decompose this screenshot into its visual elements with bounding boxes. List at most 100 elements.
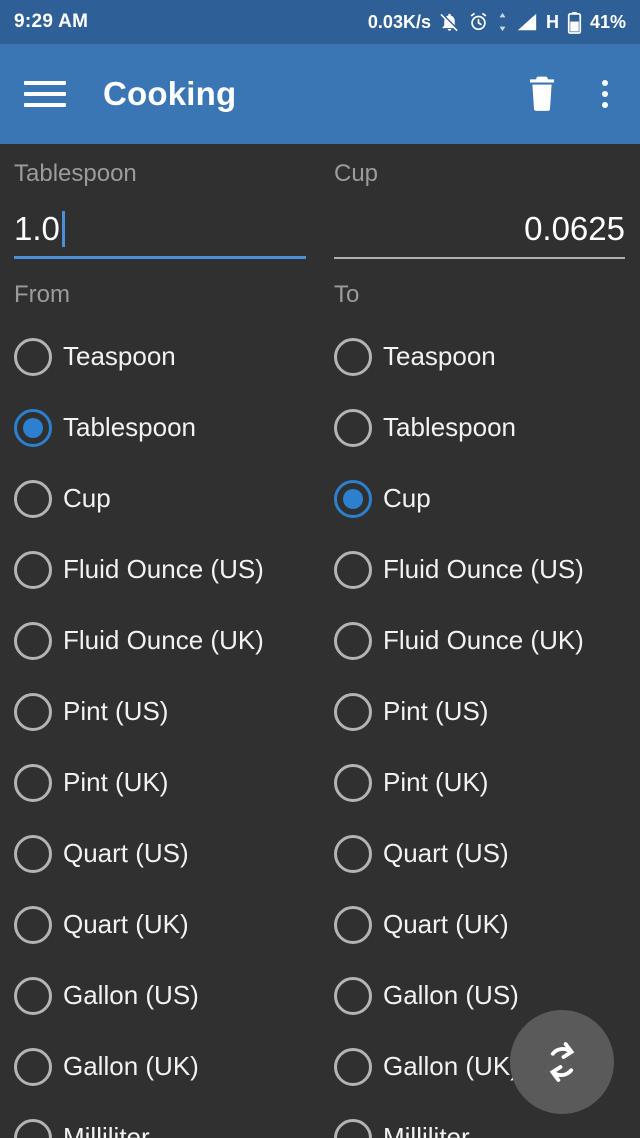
radio-label: Gallon (US) (63, 980, 199, 1010)
radio-button-icon[interactable] (334, 621, 372, 660)
to-value-input[interactable]: 0.0625 (334, 202, 625, 256)
radio-label: Tablespoon (383, 412, 516, 442)
radio-row[interactable]: Fluid Ounce (UK) (334, 605, 640, 676)
radio-row[interactable]: Teaspoon (334, 321, 640, 392)
radio-label: Fluid Ounce (UK) (63, 625, 264, 655)
radio-button-icon[interactable] (14, 621, 52, 660)
radio-row[interactable]: Quart (US) (334, 818, 640, 889)
radio-label: Pint (UK) (63, 767, 169, 797)
radio-label: Quart (US) (63, 838, 189, 868)
radio-label: Milliliter (63, 1122, 150, 1138)
swap-units-icon (549, 1042, 575, 1082)
radio-label: Cup (383, 483, 431, 513)
radio-button-icon[interactable] (334, 905, 372, 944)
radio-label: Quart (UK) (63, 909, 189, 939)
hamburger-menu-icon[interactable] (24, 81, 66, 107)
radio-button-icon[interactable] (334, 1047, 372, 1086)
section-labels: From To (0, 259, 640, 309)
to-section-label: To (334, 281, 360, 308)
to-unit-list: Teaspoon Tablespoon Cup Fluid Ounce (US) Flu… (320, 321, 640, 1138)
radio-button-icon[interactable] (14, 1047, 52, 1086)
radio-row[interactable]: Fluid Ounce (UK) (14, 605, 320, 676)
from-value-input[interactable]: 1.0 (14, 202, 306, 256)
app-bar-actions (526, 75, 616, 113)
radio-row[interactable]: Fluid Ounce (US) (14, 534, 320, 605)
radio-row[interactable]: Teaspoon (14, 321, 320, 392)
radio-button-icon[interactable] (14, 479, 52, 518)
radio-row[interactable]: Pint (UK) (14, 747, 320, 818)
radio-button-icon[interactable] (14, 1118, 52, 1138)
radio-row[interactable]: Gallon (UK) (14, 1031, 320, 1102)
radio-button-icon[interactable] (14, 976, 52, 1015)
radio-label: Gallon (UK) (383, 1051, 519, 1081)
radio-row[interactable]: Cup (14, 463, 320, 534)
radio-row[interactable]: Quart (UK) (334, 889, 640, 960)
radio-label: Pint (UK) (383, 767, 489, 797)
radio-row[interactable]: Cup (334, 463, 640, 534)
converter-body: Tablespoon 1.0 Cup 0.0625 From To Teaspo… (0, 144, 640, 1138)
radio-row[interactable]: Fluid Ounce (US) (334, 534, 640, 605)
radio-button-icon[interactable] (334, 408, 372, 447)
radio-button-icon[interactable] (334, 550, 372, 589)
radio-label: Quart (US) (383, 838, 509, 868)
radio-button-icon[interactable] (14, 692, 52, 731)
from-value-text: 1.0 (14, 210, 60, 247)
radio-label: Tablespoon (63, 412, 196, 442)
radio-button-icon[interactable] (334, 337, 372, 376)
from-field-group: Tablespoon 1.0 (0, 144, 320, 259)
network-type-text: H (545, 11, 559, 32)
radio-row[interactable]: Quart (UK) (14, 889, 320, 960)
radio-button-icon[interactable] (14, 763, 52, 802)
radio-button-icon[interactable] (334, 1118, 372, 1138)
radio-label: Gallon (UK) (63, 1051, 199, 1081)
from-unit-label: Tablespoon (14, 160, 137, 187)
radio-row[interactable]: Tablespoon (334, 392, 640, 463)
swap-units-button[interactable] (510, 1010, 614, 1114)
radio-button-icon[interactable] (14, 834, 52, 873)
to-unit-label: Cup (334, 160, 379, 187)
radio-label: Teaspoon (383, 341, 496, 371)
app-screen: 9:29 AM 0.03K/s H 41% Cooking Tablespoon… (0, 0, 640, 1138)
radio-label: Gallon (US) (383, 980, 519, 1010)
radio-label: Pint (US) (383, 696, 489, 726)
radio-button-icon[interactable] (334, 763, 372, 802)
radio-button-icon[interactable] (14, 905, 52, 944)
radio-row[interactable]: Quart (US) (14, 818, 320, 889)
radio-label: Pint (US) (63, 696, 169, 726)
bell-muted-icon (440, 12, 459, 32)
more-options-icon[interactable] (594, 80, 616, 108)
radio-label: Cup (63, 483, 111, 513)
from-section-label: From (14, 281, 70, 308)
radio-row[interactable]: Milliliter (334, 1102, 640, 1138)
battery-icon (567, 11, 582, 34)
radio-button-icon[interactable] (334, 834, 372, 873)
radio-row[interactable]: Milliliter (14, 1102, 320, 1138)
text-cursor (61, 211, 65, 247)
radio-label: Teaspoon (63, 341, 176, 371)
alarm-clock-icon (470, 12, 487, 31)
status-bar: 9:29 AM 0.03K/s H 41% (0, 0, 640, 44)
radio-button-icon[interactable] (14, 550, 52, 589)
radio-row[interactable]: Gallon (US) (14, 960, 320, 1031)
network-speed-text: 0.03K/s (367, 11, 431, 32)
app-bar: Cooking (0, 44, 640, 144)
to-field-group: Cup 0.0625 (320, 144, 640, 259)
radio-row[interactable]: Pint (UK) (334, 747, 640, 818)
radio-row[interactable]: Pint (US) (14, 676, 320, 747)
radio-button-icon[interactable] (334, 976, 372, 1015)
radio-label: Quart (UK) (383, 909, 509, 939)
radio-button-icon[interactable] (334, 479, 372, 518)
radio-button-icon[interactable] (14, 337, 52, 376)
to-value-text: 0.0625 (524, 210, 625, 247)
radio-row[interactable]: Tablespoon (14, 392, 320, 463)
battery-percent-text: 41% (589, 11, 626, 32)
status-clock: 9:29 AM (14, 11, 89, 32)
status-icons: 0.03K/s H 41% (368, 11, 626, 34)
page-title: Cooking (103, 75, 237, 112)
radio-row[interactable]: Pint (US) (334, 676, 640, 747)
trash-icon[interactable] (526, 75, 558, 113)
radio-label: Fluid Ounce (US) (383, 554, 584, 584)
radio-button-icon[interactable] (334, 692, 372, 731)
data-transfer-icon (499, 12, 506, 32)
radio-button-icon[interactable] (14, 408, 52, 447)
